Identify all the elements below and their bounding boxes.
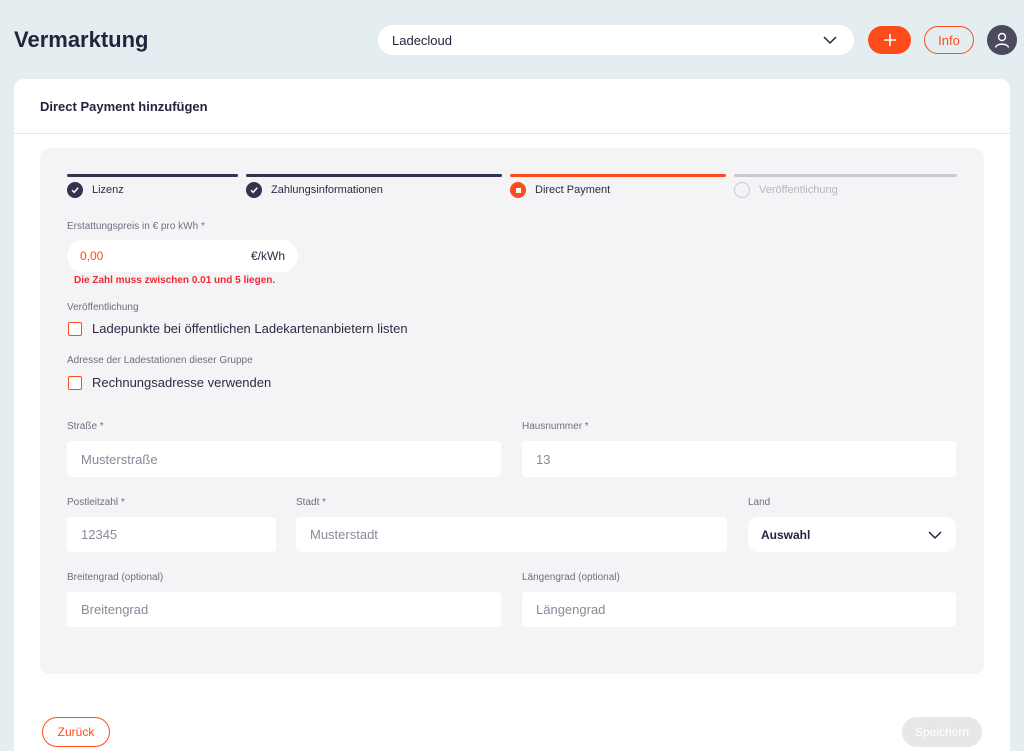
country-select-value: Auswahl bbox=[761, 527, 811, 542]
info-button[interactable]: Info bbox=[924, 26, 974, 54]
chevron-down-icon bbox=[823, 36, 837, 45]
house-number-input[interactable]: 13 bbox=[522, 441, 956, 477]
card-title: Direct Payment hinzufügen bbox=[14, 79, 1010, 134]
back-button[interactable]: Zurück bbox=[42, 717, 110, 747]
price-input[interactable]: 0,00 €/kWh bbox=[67, 240, 298, 272]
organization-select-value: Ladecloud bbox=[392, 32, 452, 48]
billing-address-checkbox[interactable] bbox=[68, 375, 82, 390]
publication-checkbox[interactable] bbox=[68, 321, 82, 336]
publication-checkbox-row[interactable]: Ladepunkte bei öffentlichen Ladekartenan… bbox=[68, 321, 408, 336]
price-unit: €/kWh bbox=[250, 249, 285, 263]
step-label: Direct Payment bbox=[535, 184, 611, 196]
latitude-input[interactable]: Breitengrad bbox=[67, 592, 501, 627]
postal-code-label: Postleitzahl * bbox=[67, 497, 125, 508]
user-avatar-button[interactable] bbox=[987, 25, 1017, 55]
save-button[interactable]: Speichern bbox=[902, 717, 982, 747]
price-value: 0,00 bbox=[80, 249, 104, 263]
step-label: Veröffentlichung bbox=[759, 184, 838, 196]
step-publication: Veröffentlichung bbox=[734, 174, 957, 198]
add-button[interactable] bbox=[868, 26, 911, 54]
country-select[interactable]: Auswahl bbox=[748, 517, 956, 552]
step-direct-payment: Direct Payment bbox=[510, 174, 726, 198]
publication-label: Veröffentlichung bbox=[67, 302, 139, 313]
step-label: Lizenz bbox=[92, 184, 124, 196]
street-label: Straße * bbox=[67, 421, 104, 432]
country-label: Land bbox=[748, 497, 771, 508]
organization-select[interactable]: Ladecloud bbox=[378, 25, 854, 55]
billing-address-checkbox-row[interactable]: Rechnungsadresse verwenden bbox=[68, 375, 271, 390]
street-input[interactable]: Musterstraße bbox=[67, 441, 501, 477]
city-label: Stadt * bbox=[296, 497, 327, 508]
page-title: Vermarktung bbox=[14, 27, 149, 52]
step-label: Zahlungsinformationen bbox=[271, 184, 383, 196]
check-icon bbox=[246, 182, 262, 198]
plus-icon bbox=[883, 34, 896, 46]
pending-step-icon bbox=[734, 182, 750, 198]
chevron-down-icon bbox=[928, 530, 942, 539]
billing-address-checkbox-label: Rechnungsadresse verwenden bbox=[92, 375, 272, 390]
latitude-label: Breitengrad (optional) bbox=[67, 572, 164, 583]
address-section-label: Adresse der Ladestationen dieser Gruppe bbox=[67, 355, 253, 366]
publication-checkbox-label: Ladepunkte bei öffentlichen Ladekartenan… bbox=[92, 321, 408, 336]
step-payment-info: Zahlungsinformationen bbox=[246, 174, 502, 198]
form-panel: Lizenz Zahlungsinformationen Direct Paym… bbox=[40, 148, 984, 674]
user-icon bbox=[994, 32, 1010, 48]
city-input[interactable]: Musterstadt bbox=[296, 517, 727, 552]
price-label: Erstattungspreis in € pro kWh * bbox=[67, 221, 205, 232]
check-icon bbox=[67, 182, 83, 198]
house-number-label: Hausnummer * bbox=[522, 421, 589, 432]
postal-code-input[interactable]: 12345 bbox=[67, 517, 276, 552]
step-license: Lizenz bbox=[67, 174, 238, 198]
longitude-label: Längengrad (optional) bbox=[522, 572, 620, 583]
active-step-icon bbox=[510, 182, 526, 198]
longitude-input[interactable]: Längengrad bbox=[522, 592, 956, 627]
price-error: Die Zahl muss zwischen 0.01 und 5 liegen… bbox=[74, 275, 276, 286]
direct-payment-card: Direct Payment hinzufügen Lizenz Zahlung… bbox=[14, 79, 1010, 751]
